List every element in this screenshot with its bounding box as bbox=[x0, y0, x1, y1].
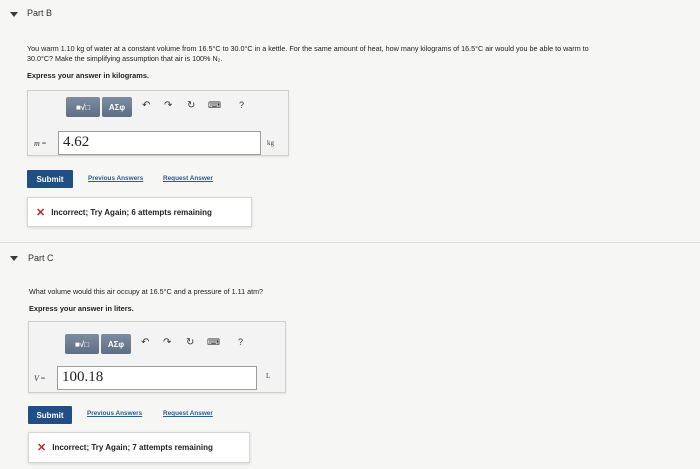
part-b-question: You warm 1.10 kg of water at a constant … bbox=[27, 44, 695, 64]
redo-icon[interactable]: ↷ bbox=[163, 337, 171, 348]
part-c-question: What volume would this air occupy at 16.… bbox=[29, 287, 264, 296]
redo-icon[interactable]: ↷ bbox=[164, 100, 172, 111]
part-b-toolbar: ■√□ ΑΣφ ↶ ↷ ↻ ⌨ ? bbox=[66, 97, 256, 117]
part-b-feedback-box: ✕ Incorrect; Try Again; 6 attempts remai… bbox=[27, 197, 252, 227]
part-c-answer-input[interactable]: 100.18 bbox=[57, 366, 257, 390]
undo-icon[interactable]: ↶ bbox=[142, 100, 150, 111]
part-c-toolbar: ■√□ ΑΣφ ↶ ↷ ↻ ⌨ ? bbox=[65, 334, 255, 354]
part-b-previous-answers-link[interactable]: Previous Answers bbox=[88, 175, 143, 182]
part-c-previous-answers-link[interactable]: Previous Answers bbox=[87, 410, 142, 417]
incorrect-x-icon: ✕ bbox=[37, 442, 47, 454]
part-c-request-answer-link[interactable]: Request Answer bbox=[163, 410, 213, 417]
part-b-answer-input[interactable]: 4.62 bbox=[58, 131, 261, 155]
part-b-submit-button[interactable]: Submit bbox=[27, 170, 73, 188]
templates-button[interactable]: ■√□ bbox=[65, 334, 99, 354]
collapse-caret-icon[interactable] bbox=[10, 12, 18, 17]
part-b-equals: = bbox=[41, 139, 47, 148]
part-c-equals: = bbox=[40, 374, 46, 383]
keyboard-icon[interactable]: ⌨ bbox=[207, 337, 220, 348]
part-b-feedback-text: Incorrect; Try Again; 6 attempts remaini… bbox=[51, 207, 212, 217]
part-b-question-line1: You warm 1.10 kg of water at a constant … bbox=[27, 44, 589, 53]
part-c-variable-label: V = bbox=[34, 374, 45, 383]
part-b-question-line2: 30.0°C? Make the simplifying assumption … bbox=[27, 54, 223, 63]
part-c-submit-button[interactable]: Submit bbox=[28, 406, 72, 424]
help-button[interactable]: ? bbox=[238, 337, 243, 347]
part-b-express-instruction: Express your answer in kilograms. bbox=[27, 71, 149, 80]
part-b-unit: kg bbox=[267, 139, 274, 147]
reset-icon[interactable]: ↻ bbox=[186, 337, 194, 348]
part-c-feedback-box: ✕ Incorrect; Try Again; 7 attempts remai… bbox=[28, 432, 250, 463]
keyboard-icon[interactable]: ⌨ bbox=[208, 100, 221, 111]
greek-symbols-button[interactable]: ΑΣφ bbox=[102, 97, 132, 117]
incorrect-x-icon: ✕ bbox=[36, 206, 46, 219]
part-b-variable: m bbox=[34, 139, 40, 148]
part-c-unit: L bbox=[266, 372, 271, 380]
greek-symbols-button[interactable]: ΑΣφ bbox=[101, 334, 131, 354]
help-button[interactable]: ? bbox=[239, 100, 244, 110]
part-c-feedback-text: Incorrect; Try Again; 7 attempts remaini… bbox=[52, 443, 213, 452]
undo-icon[interactable]: ↶ bbox=[141, 337, 149, 348]
part-c-title: Part C bbox=[28, 253, 54, 263]
part-b-title: Part B bbox=[27, 8, 53, 18]
part-c-variable: V bbox=[34, 374, 39, 383]
part-c-express-instruction: Express your answer in liters. bbox=[29, 304, 134, 313]
part-b-variable-label: m = bbox=[34, 139, 46, 148]
section-divider bbox=[0, 242, 700, 243]
reset-icon[interactable]: ↻ bbox=[187, 100, 195, 111]
templates-button[interactable]: ■√□ bbox=[66, 97, 100, 117]
collapse-caret-icon[interactable] bbox=[10, 256, 18, 261]
part-b-request-answer-link[interactable]: Request Answer bbox=[163, 175, 213, 182]
